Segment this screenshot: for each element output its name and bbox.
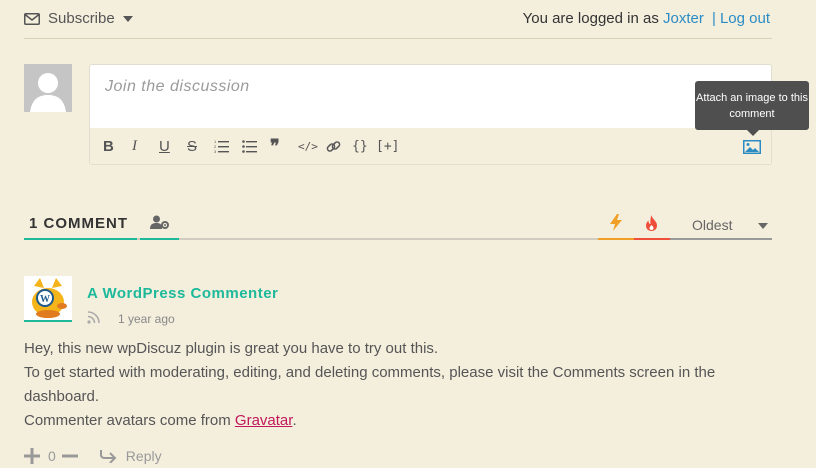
- envelope-icon: [24, 12, 40, 25]
- subscribe-label: Subscribe: [48, 10, 115, 27]
- comments-topbar: Subscribe You are logged in as Joxter | L…: [24, 0, 772, 39]
- ordered-list-icon[interactable]: 123: [214, 138, 229, 154]
- source-code-icon[interactable]: {}: [352, 138, 368, 154]
- logout-link[interactable]: Log out: [720, 10, 770, 27]
- image-upload-icon[interactable]: [743, 139, 761, 155]
- comment-editor[interactable]: Join the discussion B I U S 123 ❞ </> {}…: [89, 64, 772, 165]
- default-avatar-icon: [24, 64, 72, 112]
- bold-icon[interactable]: B: [103, 138, 114, 155]
- reply-button[interactable]: Reply: [126, 448, 162, 464]
- sort-label: Oldest: [692, 217, 733, 233]
- subscribe-dropdown[interactable]: Subscribe: [24, 10, 133, 27]
- comment-body: Hey, this new wpDiscuz plugin is great y…: [24, 337, 772, 433]
- strikethrough-icon[interactable]: S: [187, 138, 197, 155]
- comment-count-tab[interactable]: 1 COMMENT: [24, 206, 137, 240]
- comment-line-2: To get started with moderating, editing,…: [24, 364, 716, 405]
- commenters-tab[interactable]: [140, 206, 179, 240]
- chevron-down-icon: [758, 223, 768, 229]
- rss-icon[interactable]: [87, 310, 101, 324]
- comment-input[interactable]: Join the discussion: [105, 78, 250, 96]
- wapuu-avatar-icon: W: [24, 276, 72, 320]
- italic-icon[interactable]: I: [132, 138, 137, 154]
- unordered-list-icon[interactable]: [242, 138, 257, 154]
- svg-text:W: W: [40, 294, 50, 305]
- code-icon[interactable]: </>: [298, 138, 318, 154]
- commenter-avatar: W: [24, 276, 72, 322]
- fire-icon: [646, 215, 657, 231]
- comment-line-3-prefix: Commenter avatars come from: [24, 412, 235, 429]
- comment-actions: 0 Reply: [24, 446, 162, 466]
- svg-text:3: 3: [214, 149, 217, 153]
- bolt-icon: [610, 214, 622, 231]
- vote-count: 0: [48, 448, 56, 464]
- link-icon[interactable]: [326, 138, 341, 154]
- comment-line-3-suffix: .: [292, 412, 297, 429]
- spoiler-icon[interactable]: [+]: [376, 138, 399, 154]
- sort-dropdown[interactable]: Oldest: [670, 206, 772, 240]
- login-separator: |: [712, 10, 716, 27]
- minus-icon[interactable]: [61, 448, 78, 464]
- comments-header: 1 COMMENT Oldest: [24, 206, 772, 240]
- login-status: You are logged in as Joxter | Log out: [523, 10, 770, 27]
- comment-time[interactable]: 1 year ago: [118, 312, 175, 326]
- comment-line-3: Commenter avatars come from Gravatar.: [24, 409, 772, 433]
- blockquote-icon[interactable]: ❞: [270, 136, 280, 156]
- hottest-tab[interactable]: [598, 206, 634, 240]
- underline-icon[interactable]: U: [159, 138, 170, 155]
- chevron-down-icon: [122, 15, 133, 22]
- attach-image-tooltip: Attach an image to this comment: [695, 81, 809, 136]
- username-link[interactable]: Joxter: [663, 10, 704, 27]
- current-user-avatar: [24, 64, 72, 112]
- plus-icon[interactable]: [24, 448, 40, 464]
- gravatar-link[interactable]: Gravatar: [235, 412, 293, 429]
- reply-icon[interactable]: [99, 449, 118, 463]
- user-settings-icon: [150, 215, 169, 229]
- comment-author[interactable]: A WordPress Commenter: [87, 285, 278, 302]
- comment-count-label: 1 COMMENT: [29, 215, 128, 232]
- trending-tab[interactable]: [634, 206, 670, 240]
- editor-toolbar: B I U S 123 ❞ </> {} [+]: [90, 128, 771, 164]
- logged-in-text: You are logged in as: [522, 10, 659, 27]
- comment-line-1: Hey, this new wpDiscuz plugin is great y…: [24, 340, 439, 357]
